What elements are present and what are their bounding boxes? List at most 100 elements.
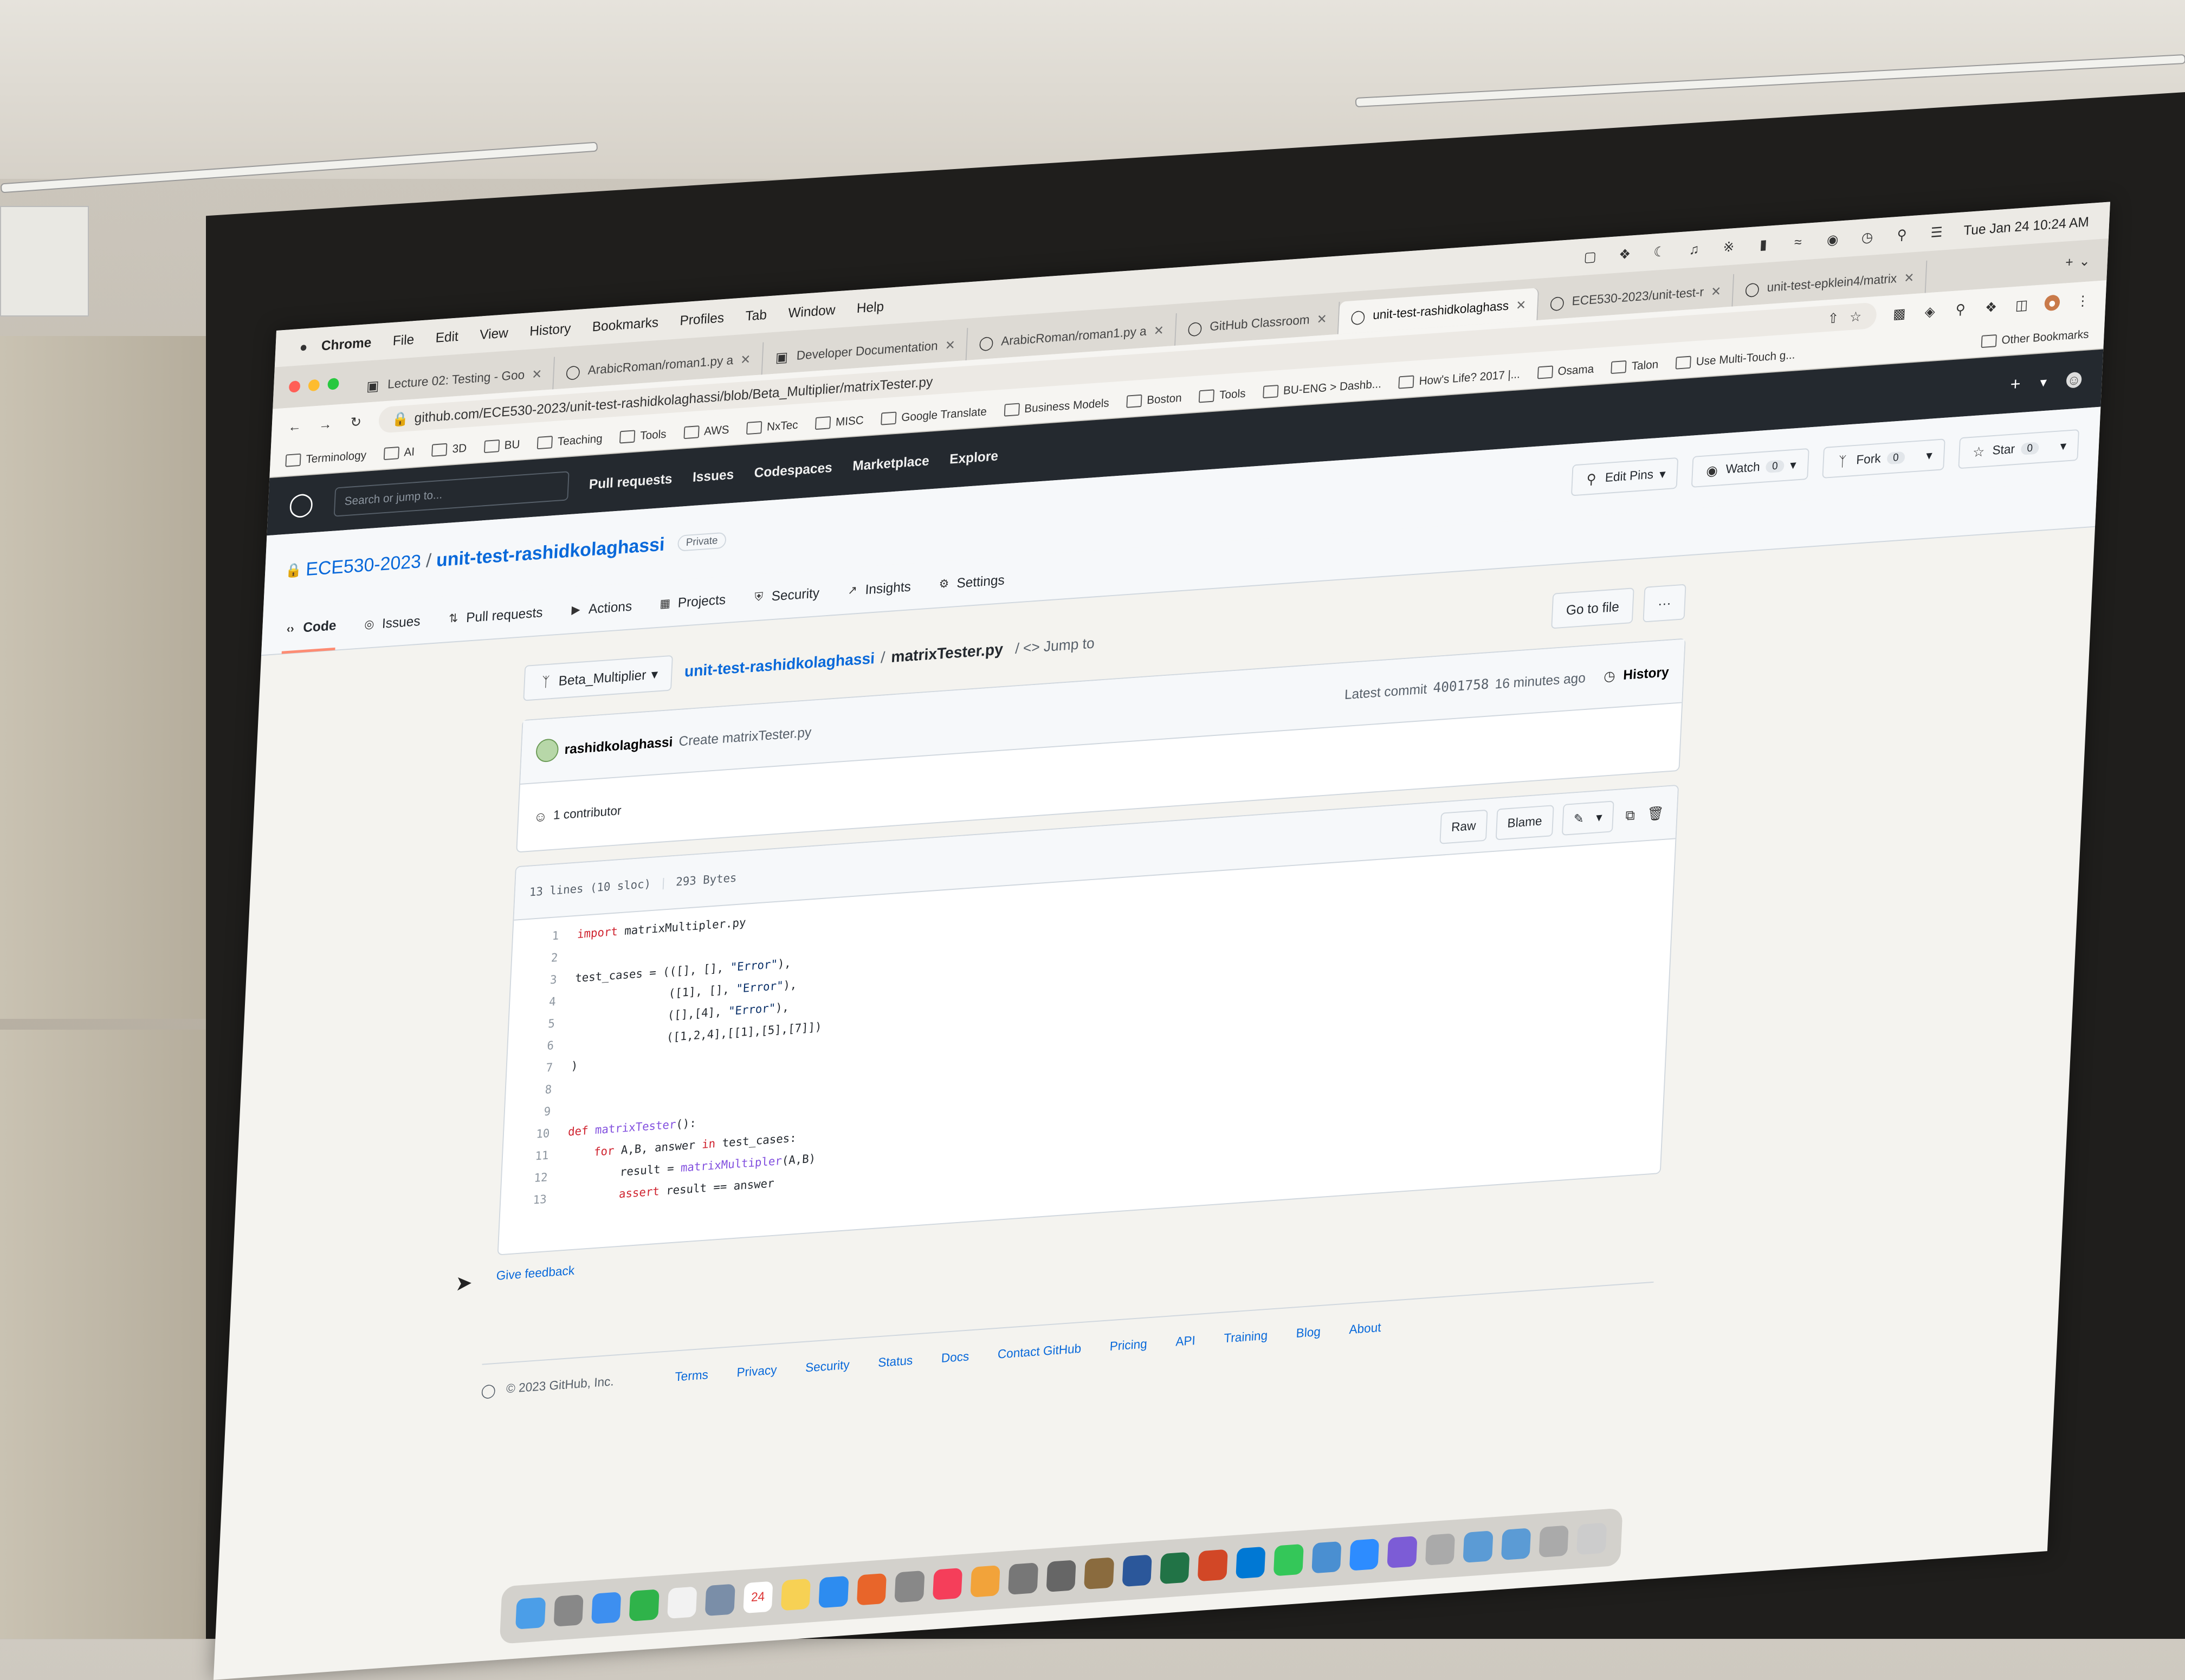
bookmark-item[interactable]: 3D — [431, 441, 467, 457]
mail-icon[interactable] — [591, 1592, 622, 1624]
search-icon[interactable] — [1311, 1541, 1342, 1574]
settings-icon[interactable] — [1008, 1562, 1038, 1595]
user-avatar[interactable]: ☺ — [2066, 371, 2082, 389]
bookmark-item[interactable]: Talon — [1611, 358, 1659, 374]
tab-code[interactable]: ‹› Code — [281, 603, 338, 654]
volume-icon[interactable]: ♫ — [1686, 241, 1702, 258]
close-tab-icon[interactable]: ✕ — [1153, 322, 1164, 338]
blame-button[interactable]: Blame — [1495, 805, 1554, 841]
global-nav-issues[interactable]: Issues — [692, 466, 734, 485]
menu-chrome[interactable]: Chrome — [321, 334, 372, 353]
minimize-window-button[interactable] — [308, 379, 320, 392]
commit-sha[interactable]: 4001758 — [1433, 676, 1489, 696]
system-icon[interactable] — [1046, 1560, 1076, 1592]
branch-selector[interactable]: ᛉ Beta_Multiplier ▾ — [523, 655, 673, 701]
tab-actions[interactable]: ▶ Actions — [567, 583, 633, 634]
line-number[interactable]: 11 — [502, 1148, 567, 1165]
dropbox-icon[interactable]: ❖ — [1617, 245, 1633, 262]
zoom-icon[interactable]: ⚲ — [1953, 301, 1969, 318]
tab-search-icon[interactable]: ⌄ — [2077, 253, 2093, 269]
github-search-input[interactable]: Search or jump to... — [333, 471, 570, 517]
create-new-button[interactable]: + — [2010, 373, 2021, 395]
global-nav-explore[interactable]: Explore — [949, 448, 999, 467]
new-tab-icon[interactable]: + — [2061, 254, 2078, 270]
menu-file[interactable]: File — [392, 331, 415, 349]
edit-pins-button[interactable]: ⚲ Edit Pins ▾ — [1570, 457, 1679, 496]
copy-icon[interactable]: ⧉ — [1622, 807, 1639, 824]
chrome-icon[interactable] — [667, 1586, 697, 1619]
menu-edit[interactable]: Edit — [435, 328, 458, 346]
folder-icon[interactable] — [1501, 1528, 1531, 1561]
global-nav-marketplace[interactable]: Marketplace — [852, 453, 930, 474]
profile-avatar[interactable]: ● — [2044, 294, 2060, 312]
menu-bookmarks[interactable]: Bookmarks — [592, 314, 659, 334]
back-icon[interactable]: ← — [287, 418, 303, 435]
share-icon[interactable]: ⇧ — [1825, 310, 1841, 327]
tab-settings[interactable]: ⚙ Settings — [935, 556, 1006, 608]
line-number[interactable]: 8 — [506, 1082, 571, 1099]
app-icon[interactable] — [1425, 1533, 1456, 1566]
search-icon[interactable]: ⚲ — [1894, 227, 1910, 243]
forward-icon[interactable]: → — [318, 416, 334, 432]
line-number[interactable]: 1 — [513, 928, 578, 945]
close-tab-icon[interactable]: ✕ — [1904, 270, 1915, 286]
bookmark-item[interactable]: How's Life? 2017 |... — [1398, 367, 1521, 390]
contributors-text[interactable]: 1 contributor — [553, 804, 622, 823]
messages-icon[interactable] — [1273, 1543, 1304, 1576]
tab-security[interactable]: ⛨ Security — [750, 569, 820, 621]
app-icon[interactable] — [1084, 1557, 1114, 1590]
bookmark-item[interactable]: AWS — [683, 423, 729, 440]
bookmark-item[interactable]: Use Multi-Touch g... — [1675, 348, 1795, 370]
tab-projects[interactable]: ▦ Projects — [656, 576, 727, 628]
bookmark-item[interactable]: MISC — [814, 413, 864, 430]
bookmark-item[interactable]: Tools — [619, 427, 667, 444]
clock-text[interactable]: Tue Jan 24 10:24 AM — [1963, 214, 2090, 238]
bookmark-item[interactable]: Other Bookmarks — [1981, 327, 2089, 348]
footer-link-blog[interactable]: Blog — [1296, 1325, 1321, 1341]
tab-pull-requests[interactable]: ⇅ Pull requests — [445, 589, 544, 642]
edit-file-button[interactable]: ✎ ▾ — [1561, 800, 1614, 836]
menu-tab[interactable]: Tab — [745, 306, 767, 324]
bookmark-item[interactable]: AI — [383, 445, 415, 461]
close-tab-icon[interactable]: ✕ — [945, 338, 955, 353]
jump-to-button[interactable]: / <> Jump to — [1015, 635, 1095, 657]
app-icon[interactable] — [894, 1570, 925, 1603]
extension-icon[interactable]: ◈ — [1922, 303, 1938, 320]
chevron-down-icon[interactable]: ▾ — [2035, 374, 2052, 391]
more-options-button[interactable]: ··· — [1643, 584, 1686, 623]
footer-link-api[interactable]: API — [1175, 1334, 1196, 1350]
go-to-file-button[interactable]: Go to file — [1551, 587, 1634, 629]
close-tab-icon[interactable]: ✕ — [532, 366, 542, 382]
bookmark-item[interactable]: Osama — [1537, 362, 1594, 379]
footer-link-privacy[interactable]: Privacy — [736, 1363, 777, 1380]
tab-insights[interactable]: ↗ Insights — [844, 563, 912, 614]
line-number[interactable]: 13 — [500, 1192, 565, 1209]
commit-author[interactable]: rashidkolaghassi — [564, 734, 673, 758]
star-button[interactable]: ☆ Star 0 ▾ — [1958, 429, 2079, 469]
line-number[interactable]: 3 — [510, 972, 576, 989]
global-nav-pull-requests[interactable]: Pull requests — [589, 470, 673, 493]
menu-history[interactable]: History — [529, 320, 571, 339]
menu-help[interactable]: Help — [856, 298, 884, 316]
footer-link-contact-github[interactable]: Contact GitHub — [997, 1342, 1081, 1362]
music-icon[interactable] — [932, 1568, 963, 1600]
footer-link-docs[interactable]: Docs — [941, 1349, 969, 1366]
footer-link-status[interactable]: Status — [878, 1353, 913, 1371]
launchpad-icon[interactable] — [553, 1594, 584, 1627]
finder-icon[interactable] — [515, 1597, 546, 1630]
footer-link-pricing[interactable]: Pricing — [1109, 1337, 1147, 1354]
repo-name-link[interactable]: unit-test-rashidkolaghassi — [436, 533, 665, 571]
close-tab-icon[interactable]: ✕ — [1711, 283, 1722, 299]
trash-icon[interactable]: 🗑 — [1647, 805, 1664, 822]
raw-button[interactable]: Raw — [1439, 809, 1488, 844]
bookmark-item[interactable]: Boston — [1126, 391, 1182, 409]
extension-icon[interactable]: ▩ — [1891, 305, 1908, 322]
zoom-window-button[interactable] — [327, 378, 339, 390]
notes-icon[interactable] — [780, 1578, 811, 1611]
footer-link-training[interactable]: Training — [1224, 1328, 1268, 1346]
footer-link-security[interactable]: Security — [805, 1358, 850, 1376]
line-number[interactable]: 10 — [503, 1126, 568, 1143]
github-logo-icon[interactable]: ◯ — [481, 1382, 497, 1399]
sidebar-icon[interactable]: ◫ — [2014, 296, 2030, 313]
line-number[interactable]: 4 — [509, 994, 574, 1011]
